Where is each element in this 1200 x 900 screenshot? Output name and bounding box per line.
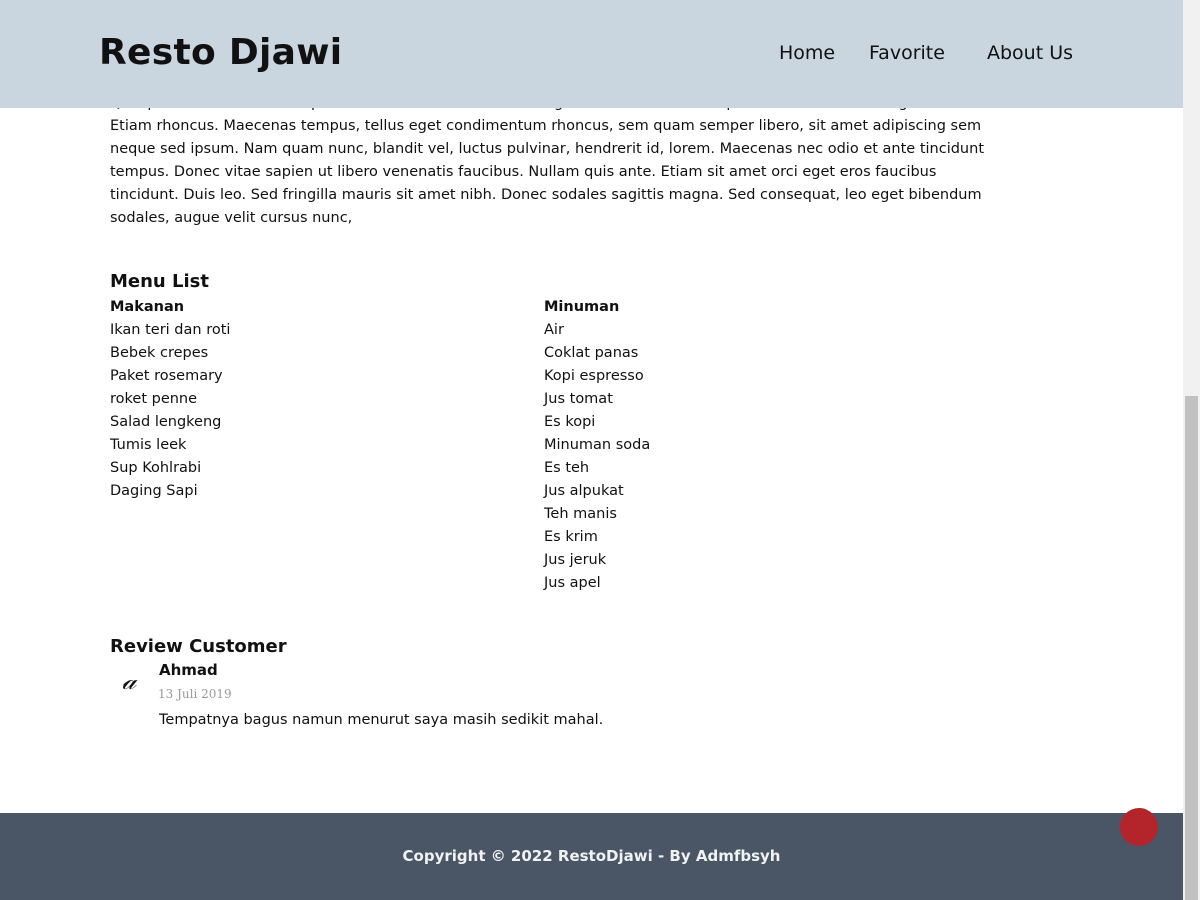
drink-item: Kopi espresso [544, 368, 644, 384]
food-item: Sup Kohlrabi [110, 460, 202, 476]
nav-about-us[interactable]: About Us [987, 42, 1073, 64]
review-text: Tempatnya bagus namun menurut saya masih… [159, 712, 604, 728]
nav-favorite[interactable]: Favorite [869, 42, 945, 64]
drink-heading: Minuman [544, 299, 620, 315]
food-item: Salad lengkeng [110, 414, 222, 430]
drink-list: Air Coklat panas Kopi espresso Jus tomat Es … [544, 319, 650, 595]
page: Resto Djawi Home Favorite About Us Quisq… [0, 0, 1183, 900]
drink-item: Teh manis [544, 506, 617, 522]
user-icon: 𝒶 [122, 666, 137, 696]
drink-item: Es krim [544, 529, 598, 545]
floating-action-button[interactable] [1120, 808, 1158, 846]
nav-home[interactable]: Home [779, 42, 835, 64]
food-item: roket penne [110, 391, 198, 407]
scrollbar-thumb[interactable] [1185, 396, 1198, 900]
site-header: Resto Djawi Home Favorite About Us [0, 0, 1183, 108]
brand-logo[interactable]: Resto Djawi [99, 32, 342, 73]
drink-item: Jus alpukat [544, 483, 624, 499]
food-item: Daging Sapi [110, 483, 198, 499]
drink-item: Es kopi [544, 414, 596, 430]
menu-list-title: Menu List [110, 271, 209, 292]
food-item: Tumis leek [110, 437, 187, 453]
drink-item: Es teh [544, 460, 590, 476]
reviewer-name: Ahmad [159, 661, 218, 679]
drink-item: Coklat panas [544, 345, 639, 361]
food-heading: Makanan [110, 299, 185, 315]
drink-item: Minuman soda [544, 437, 651, 453]
drink-item: Jus jeruk [544, 552, 607, 568]
drink-item: Air [544, 322, 564, 338]
restaurant-description: Quisque rutrum. Aenean imperdiet. Etiam … [110, 95, 985, 226]
drink-column: Minuman Air Coklat panas Kopi espresso Jus … [544, 296, 650, 595]
food-list: Ikan teri dan roti Bebek crepes Paket rose… [110, 319, 230, 503]
food-column: Makanan Ikan teri dan roti Bebek crepes Pa… [110, 296, 230, 503]
food-item: Ikan teri dan roti [110, 322, 231, 338]
drink-item: Jus apel [544, 575, 601, 591]
drink-item: Jus tomat [544, 391, 613, 407]
copyright-text: Copyright © 2022 RestoDjawi - By Admfbsy… [402, 847, 781, 865]
review-date: 13 Juli 2019 [158, 687, 232, 701]
page-scrollbar[interactable] [1183, 0, 1200, 900]
site-footer: Copyright © 2022 RestoDjawi - By Admfbsy… [0, 813, 1183, 900]
food-item: Paket rosemary [110, 368, 223, 384]
review-section-title: Review Customer [110, 636, 287, 657]
food-item: Bebek crepes [110, 345, 209, 361]
